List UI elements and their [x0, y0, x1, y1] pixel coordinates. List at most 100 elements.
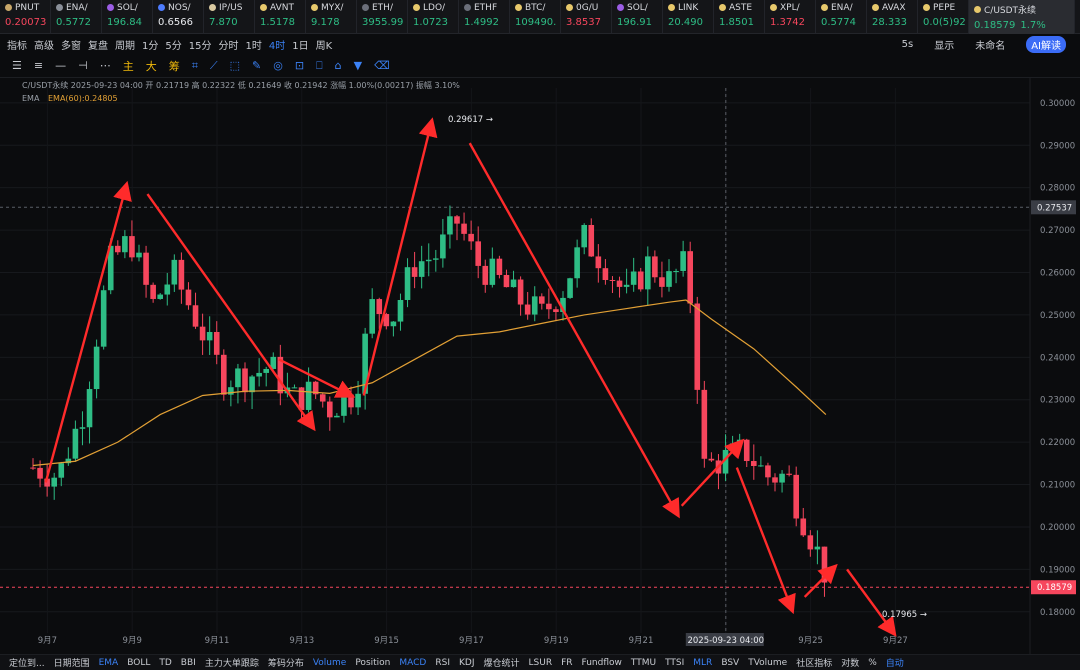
indicator-item[interactable]: Fundflow [582, 658, 622, 668]
toolbar-item[interactable]: 分时 [218, 37, 238, 52]
tool-icon[interactable]: ⊡ [295, 59, 304, 72]
tool-icon[interactable]: ⟋ [210, 59, 218, 73]
trend-arrow[interactable] [735, 467, 796, 615]
toolbar-item[interactable]: 周K [316, 37, 333, 52]
ticker-item[interactable]: ASTE 1.8501 [714, 0, 765, 34]
indicator-item[interactable]: EMA [99, 658, 119, 668]
toolbar-item[interactable]: 指标 [7, 37, 27, 52]
tool-icon[interactable]: ⎕ [316, 59, 323, 73]
indicator-item[interactable]: BBI [181, 658, 196, 668]
indicator-item[interactable]: MACD [399, 658, 426, 668]
toolbar-right-item[interactable]: 显示 [934, 37, 954, 52]
indicator-item[interactable]: 筹码分布 [268, 656, 304, 669]
tool-icon[interactable]: ✎ [252, 59, 261, 72]
indicator-item[interactable]: % [868, 658, 877, 668]
trend-arrow[interactable] [803, 563, 838, 598]
toolbar-item[interactable]: 高级 [34, 37, 54, 52]
ticker-item[interactable]: ETH/3955.99 [357, 0, 408, 34]
toolbar-right-item[interactable]: 5s [902, 39, 914, 50]
price-chart[interactable]: 0.30000 0.29000 0.28000 0.27000 0.26000 0.250… [0, 78, 1080, 654]
candle-body [256, 372, 262, 377]
indicator-item[interactable]: 主力大单跟踪 [205, 656, 259, 669]
ticker-item[interactable]: PEPE 0.0(5)92 [918, 0, 969, 34]
draw-label[interactable]: 大 [146, 58, 157, 74]
ticker-item[interactable]: LDO/1.0723 [408, 0, 459, 34]
trend-arrow[interactable] [468, 142, 680, 519]
toolbar-item[interactable]: 15分 [189, 37, 212, 52]
indicator-item[interactable]: TVolume [748, 658, 787, 668]
ticker-symbol: AVNT [270, 2, 294, 13]
ticker-item[interactable]: ENA/0.5774 [816, 0, 867, 34]
tool-icon[interactable]: ⬚ [230, 59, 240, 72]
ticker-name: AVAX [872, 3, 917, 13]
indicator-item[interactable]: LSUR [529, 658, 553, 668]
indicator-item[interactable]: 定位到... [9, 656, 45, 669]
candle-body [199, 326, 206, 341]
indicator-item[interactable]: MLR [693, 658, 712, 668]
indicator-item[interactable]: 社区指标 [796, 656, 832, 669]
candle-body [546, 303, 552, 310]
ticker-item[interactable]: NOS/0.6566 [153, 0, 204, 34]
toolbar-item[interactable]: 4时 [269, 37, 285, 52]
toolbar-right-item[interactable]: 未命名 [975, 37, 1005, 52]
ticker-item[interactable]: XPL/1.3742 [765, 0, 816, 34]
toolbar-item[interactable]: 复盘 [88, 37, 108, 52]
ticker-item[interactable]: LINK 20.490 [663, 0, 714, 34]
ticker-item[interactable]: SOL/196.84 [102, 0, 153, 34]
tool-icon[interactable]: ⌂ [335, 59, 342, 72]
indicator-item[interactable]: Volume [313, 658, 346, 668]
candle-body [37, 467, 43, 479]
toolbar-item[interactable]: 5分 [165, 37, 181, 52]
ticker-item[interactable]: AVNT 1.5178 [255, 0, 306, 34]
tool-icon[interactable]: ⌫ [374, 59, 390, 72]
indicator-item[interactable]: FR [561, 658, 572, 668]
ticker-item[interactable]: BTC/109490. [510, 0, 561, 34]
toolbar-item[interactable]: 周期 [115, 37, 135, 52]
indicator-item[interactable]: TTSI [665, 658, 684, 668]
draw-tool-icon[interactable]: ☰ [12, 59, 22, 72]
ticker-price: 20.490 [668, 16, 703, 28]
indicator-item[interactable]: 日期范围 [54, 656, 90, 669]
y-tick-label: 0.30000 [1040, 99, 1075, 109]
indicator-item[interactable]: TTMU [631, 658, 656, 668]
ticker-item[interactable]: SOL/196.91 [612, 0, 663, 34]
ticker-item[interactable]: IP/US 7.870 [204, 0, 255, 34]
indicator-item[interactable]: 对数 [841, 656, 859, 669]
draw-tool-icon[interactable]: ⊣ [78, 59, 88, 72]
ai-button[interactable]: AI解读 [1026, 35, 1066, 53]
tool-icon[interactable]: ▼ [354, 59, 362, 72]
ticker-item[interactable]: PNUT 0.20073 [0, 0, 51, 34]
indicator-item[interactable]: 爆仓统计 [483, 656, 519, 669]
indicator-item[interactable]: KDJ [459, 658, 475, 668]
draw-label[interactable]: 主 [123, 58, 134, 74]
coin-icon [617, 4, 624, 11]
toolbar-item[interactable]: 1日 [292, 37, 308, 52]
candle-body [206, 332, 213, 341]
indicator-item[interactable]: RSI [435, 658, 450, 668]
draw-tool-icon[interactable]: ⋯ [100, 59, 111, 72]
trend-arrow[interactable] [680, 438, 745, 507]
ticker-item[interactable]: AVAX 28.333 [867, 0, 918, 34]
ticker-item[interactable]: ENA/0.5772 [51, 0, 102, 34]
draw-tool-icon[interactable]: — [55, 59, 66, 72]
toolbar-item[interactable]: 1时 [245, 37, 261, 52]
indicator-item[interactable]: Position [355, 658, 390, 668]
indicator-item[interactable]: BOLL [127, 658, 150, 668]
indicator-item[interactable]: TD [159, 658, 171, 668]
tool-icon[interactable]: ◎ [273, 59, 283, 72]
indicator-item[interactable]: BSV [721, 658, 739, 668]
active-ticker[interactable]: C/USDT永续 0.18579 1.7% [969, 0, 1075, 34]
ticker-item[interactable]: 0G/U 3.8537 [561, 0, 612, 34]
indicator-item[interactable]: 自动 [886, 656, 904, 669]
tool-icon[interactable]: ⌗ [192, 59, 198, 73]
toolbar-item[interactable]: 1分 [142, 37, 158, 52]
ticker-name: PNUT [5, 3, 50, 13]
trend-arrow[interactable] [846, 568, 897, 637]
draw-tool-icon[interactable]: ≡ [34, 59, 43, 72]
draw-label[interactable]: 筹 [169, 58, 180, 74]
coin-icon [56, 4, 63, 11]
candle-body [418, 261, 425, 277]
ticker-item[interactable]: MYX/9.178 [306, 0, 357, 34]
toolbar-item[interactable]: 多窗 [61, 37, 81, 52]
ticker-item[interactable]: ETHF 1.4992 [459, 0, 510, 34]
